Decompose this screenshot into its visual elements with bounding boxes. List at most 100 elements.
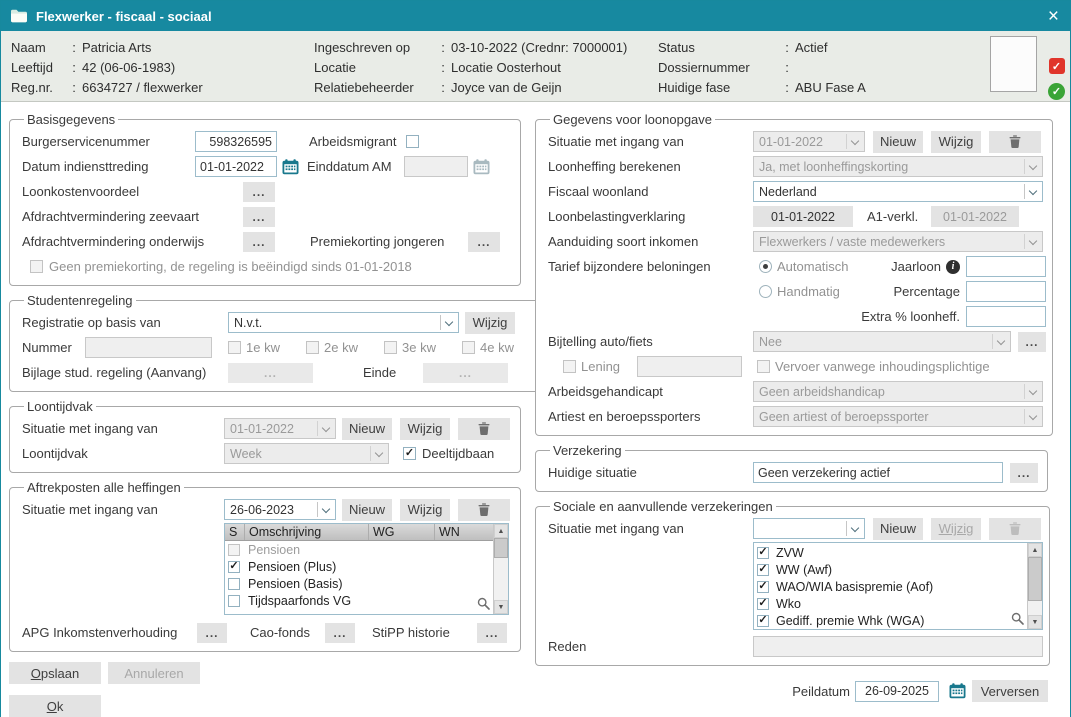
ok-button[interactable]: Ok (9, 695, 101, 717)
loonkostenvoordeel-ellipsis-button[interactable]: ... (243, 182, 275, 202)
geen-premiekorting-checkbox (30, 260, 43, 273)
percentage-input[interactable] (966, 281, 1046, 302)
loontijdvak-delete-button[interactable] (458, 418, 510, 440)
huidige-situatie-label: Huidige situatie (548, 465, 753, 480)
table-scrollbar[interactable]: ▲ ▼ (493, 524, 508, 614)
list-item[interactable]: Gediff. premie Whk (WGA) (754, 612, 1027, 629)
sociale-nieuw-button[interactable]: Nieuw (873, 518, 923, 540)
loontijdvak-nieuw-button[interactable]: Nieuw (342, 418, 392, 440)
search-icon[interactable] (477, 597, 490, 613)
red-check-badge[interactable]: ✓ (1049, 58, 1065, 74)
status-label: Status (658, 40, 782, 55)
bijlage-label: Bijlage stud. regeling (Aanvang) (22, 365, 228, 380)
loonopgave-section: Gegevens voor loonopgave Situatie met in… (535, 112, 1053, 436)
loontijdvak-section: Loontijdvak Situatie met ingang van 01-0… (9, 399, 521, 473)
fiscaal-woonland-dropdown[interactable]: Nederland (753, 181, 1043, 202)
extra-loonheffing-input[interactable] (966, 306, 1046, 327)
registratie-wijzig-button[interactable]: Wijzig (465, 312, 515, 334)
scroll-up-icon[interactable]: ▲ (1028, 543, 1042, 557)
chevron-down-icon (851, 523, 859, 531)
item-checkbox[interactable] (757, 615, 769, 627)
row-checkbox[interactable] (228, 561, 240, 573)
close-icon[interactable]: × (1046, 7, 1061, 26)
studentenregeling-legend: Studentenregeling (24, 293, 136, 308)
cao-fonds-ellipsis-button[interactable]: ... (325, 623, 355, 643)
vervoer-label: Vervoer vanwege inhoudingsplichtige (775, 359, 990, 374)
loontijdvak-wijzig-button[interactable]: Wijzig (400, 418, 450, 440)
loontijdvak-dropdown: Week (224, 443, 389, 464)
verzekering-ellipsis-button[interactable]: ... (1010, 463, 1038, 483)
automatisch-radio (759, 260, 772, 273)
loonopgave-wijzig-button[interactable]: Wijzig (931, 131, 981, 153)
list-item[interactable]: ZVW (754, 544, 1027, 561)
aftrekposten-nieuw-button[interactable]: Nieuw (342, 499, 392, 521)
loontijdvak-label: Loontijdvak (22, 446, 224, 461)
premiekorting-ellipsis-button[interactable]: ... (468, 232, 500, 252)
info-icon[interactable]: i (946, 260, 960, 274)
calendar-icon[interactable] (947, 682, 967, 701)
stipp-ellipsis-button[interactable]: ... (477, 623, 507, 643)
opslaan-button[interactable]: Opslaan (9, 662, 101, 684)
loonheffing-dropdown: Ja, met loonheffingskorting (753, 156, 1043, 177)
bijtelling-ellipsis-button[interactable]: ... (1018, 332, 1046, 352)
loonopgave-nieuw-button[interactable]: Nieuw (873, 131, 923, 153)
list-scrollbar[interactable]: ▲ ▼ (1027, 543, 1042, 629)
arbeidsmigrant-checkbox[interactable] (406, 135, 419, 148)
sociale-verzekeringen-legend: Sociale en aanvullende verzekeringen (550, 499, 776, 514)
list-item[interactable]: WW (Awf) (754, 561, 1027, 578)
green-check-badge[interactable]: ✓ (1048, 83, 1065, 100)
peildatum-input[interactable] (855, 681, 939, 702)
automatisch-label: Automatisch (777, 259, 849, 274)
huidige-situatie-input[interactable] (753, 462, 1003, 483)
table-row[interactable]: Pensioen (Plus) (225, 558, 493, 575)
item-checkbox[interactable] (757, 581, 769, 593)
onderwijs-ellipsis-button[interactable]: ... (243, 232, 275, 252)
item-checkbox[interactable] (757, 598, 769, 610)
afdrachtvermindering-zeevaart-label: Afdrachtvermindering zeevaart (22, 209, 243, 224)
list-item[interactable]: WAO/WIA basispremie (Aof) (754, 578, 1027, 595)
chevron-down-icon (1029, 161, 1037, 169)
deeltijdbaan-checkbox[interactable] (403, 447, 416, 460)
scroll-down-icon[interactable]: ▼ (494, 600, 508, 614)
aftrekposten-delete-button[interactable] (458, 499, 510, 521)
huidige-fase-label: Huidige fase (658, 80, 782, 95)
verversen-button[interactable]: Verversen (972, 680, 1048, 702)
row-checkbox[interactable] (228, 595, 240, 607)
aftrekposten-section: Aftrekposten alle heffingen Situatie met… (9, 480, 521, 652)
sociale-wijzig-button: Wijzig (931, 518, 981, 540)
item-label: WW (Awf) (776, 563, 832, 577)
trash-icon (1009, 522, 1021, 535)
loonopgave-delete-button[interactable] (989, 131, 1041, 153)
scroll-up-icon[interactable]: ▲ (494, 524, 508, 538)
bijlage-aanvang-ellipsis-button: ... (228, 363, 313, 383)
list-item[interactable]: Wko (754, 595, 1027, 612)
apg-ellipsis-button[interactable]: ... (197, 623, 227, 643)
aftrekposten-wijzig-button[interactable]: Wijzig (400, 499, 450, 521)
jaarloon-input[interactable] (966, 256, 1046, 277)
datum-indiensttreding-input[interactable] (195, 156, 277, 177)
aftrekposten-situatie-dropdown[interactable]: 26-06-2023 (224, 499, 336, 520)
reden-label: Reden (548, 639, 753, 654)
peildatum-row: Peildatum Verversen (535, 680, 1048, 702)
item-checkbox[interactable] (757, 564, 769, 576)
sociale-situatie-dropdown[interactable] (753, 518, 865, 539)
search-icon[interactable] (1011, 612, 1024, 628)
sociale-delete-button (989, 518, 1041, 540)
annuleren-button: Annuleren (108, 662, 200, 684)
lening-label: Lening (581, 359, 627, 374)
scrollbar-thumb[interactable] (1028, 557, 1042, 601)
chevron-down-icon (1029, 386, 1037, 394)
loonbelastingverklaring-date-button[interactable]: 01-01-2022 (753, 206, 853, 227)
zeevaart-ellipsis-button[interactable]: ... (243, 207, 275, 227)
item-checkbox[interactable] (757, 547, 769, 559)
table-row[interactable]: Pensioen (225, 541, 493, 558)
table-row[interactable]: Tijdspaarfonds VG (225, 592, 493, 609)
artiest-label: Artiest en beroepssporters (548, 409, 753, 424)
registratie-dropdown[interactable]: N.v.t. (228, 312, 459, 333)
scroll-down-icon[interactable]: ▼ (1028, 615, 1042, 629)
table-row[interactable]: Pensioen (Basis) (225, 575, 493, 592)
calendar-icon[interactable] (280, 157, 300, 176)
row-checkbox[interactable] (228, 578, 240, 590)
scrollbar-thumb[interactable] (494, 538, 508, 558)
bsn-input[interactable] (195, 131, 277, 152)
